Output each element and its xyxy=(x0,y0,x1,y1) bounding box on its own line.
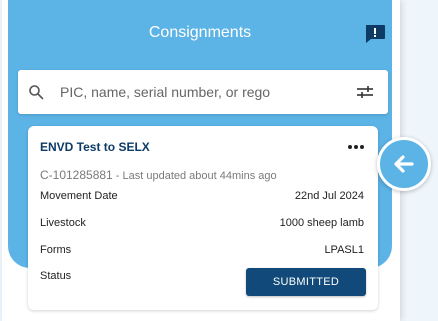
chat-alert-icon[interactable] xyxy=(364,24,386,44)
status-badge[interactable]: SUBMITTED xyxy=(246,268,366,296)
app-screen: Consignments ENVD Test to SELX C-1012858… xyxy=(2,0,400,321)
consignment-card[interactable]: ENVD Test to SELX C-101285881 - Last upd… xyxy=(28,126,378,310)
movement-date-label: Movement Date xyxy=(40,190,118,202)
consignment-subtitle: C-101285881 - Last updated about 44mins … xyxy=(40,168,277,182)
movement-date-value: 22nd Jul 2024 xyxy=(294,190,364,202)
forms-value: LPASL1 xyxy=(324,244,364,256)
last-updated: - Last updated about 44mins ago xyxy=(112,170,277,182)
status-label: Status xyxy=(40,270,72,282)
filter-sliders-icon[interactable] xyxy=(355,83,375,101)
forms-label: Forms xyxy=(40,244,72,256)
consignment-id: C-101285881 xyxy=(40,168,113,182)
livestock-value: 1000 sheep lamb xyxy=(279,217,364,229)
consignment-title: ENVD Test to SELX xyxy=(40,140,150,154)
livestock-label: Livestock xyxy=(40,217,86,229)
page-title: Consignments xyxy=(148,24,252,41)
back-button[interactable] xyxy=(377,137,431,191)
search-input[interactable] xyxy=(60,84,330,100)
search-bar[interactable] xyxy=(18,70,388,114)
search-icon xyxy=(29,85,44,100)
arrow-left-icon xyxy=(394,155,414,173)
more-options-icon[interactable] xyxy=(346,142,366,152)
